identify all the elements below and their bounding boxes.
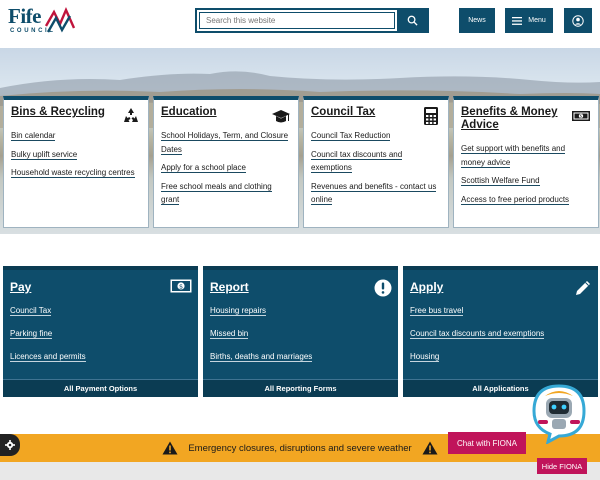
card-bins-recycling: Bins & Recycling Bin calendar Bulky upli…	[3, 96, 149, 228]
warning-icon	[162, 441, 178, 455]
panel-link[interactable]: Council Tax	[10, 306, 86, 316]
svg-text:$: $	[179, 282, 183, 290]
card-education: Education School Holidays, Term, and Clo…	[153, 96, 299, 228]
card-title[interactable]: Education	[161, 106, 269, 119]
card-link[interactable]: Access to free period products	[461, 193, 591, 207]
card-link[interactable]: Get support with benefits and money advi…	[461, 142, 591, 169]
cookie-settings-button[interactable]	[0, 434, 20, 456]
warning-icon	[422, 441, 438, 455]
card-link[interactable]: Scottish Welfare Fund	[461, 174, 591, 188]
card-benefits-money-advice: Benefits & Money Advice $ Get support wi…	[453, 96, 599, 228]
card-link[interactable]: Council Tax Reduction	[311, 129, 441, 143]
card-link[interactable]: Council tax discounts and exemptions	[311, 148, 441, 175]
all-payment-options-link[interactable]: All Payment Options	[3, 379, 198, 397]
logo-wordmark: Fife	[8, 4, 41, 28]
menu-label: Menu	[528, 17, 546, 24]
news-button[interactable]: News	[459, 8, 495, 33]
card-title[interactable]: Bins & Recycling	[11, 106, 119, 119]
card-title[interactable]: Council Tax	[311, 106, 419, 119]
panel-link[interactable]: Licences and permits	[10, 352, 86, 362]
card-link[interactable]: Bin calendar	[11, 129, 141, 143]
card-link[interactable]: Apply for a school place	[161, 161, 291, 175]
hide-fiona-button[interactable]: Hide FIONA	[537, 458, 587, 474]
menu-button[interactable]: Menu	[505, 8, 553, 33]
calculator-icon	[424, 107, 438, 125]
panel-title[interactable]: Apply	[410, 280, 443, 294]
card-link[interactable]: School Holidays, Term, and Closure Dates	[161, 129, 291, 156]
svg-text:$: $	[580, 114, 583, 119]
panel-pay: Pay $ Council Tax Parking fine Licences …	[3, 266, 198, 397]
card-link[interactable]: Bulky uplift service	[11, 148, 141, 162]
alert-text: Emergency closures, disruptions and seve…	[188, 442, 412, 454]
panel-link[interactable]: Births, deaths and marriages	[210, 352, 313, 362]
card-council-tax: Council Tax Council Tax Reduction Counci…	[303, 96, 449, 228]
page-footer-strip	[0, 462, 600, 480]
account-button[interactable]	[564, 8, 592, 33]
user-icon	[572, 14, 584, 27]
search-bar: Search this website	[195, 8, 429, 33]
panel-report: Report Housing repairs Missed bin Births…	[203, 266, 398, 397]
search-button[interactable]	[397, 10, 427, 31]
all-reporting-forms-link[interactable]: All Reporting Forms	[203, 379, 398, 397]
fife-council-logo[interactable]: Fife COUNCIL	[8, 4, 76, 38]
graduation-cap-icon	[272, 110, 290, 123]
search-input[interactable]: Search this website	[199, 12, 395, 29]
logo-subtitle: COUNCIL	[10, 28, 56, 34]
panel-title[interactable]: Report	[210, 280, 249, 294]
card-title[interactable]: Benefits & Money Advice	[461, 106, 569, 132]
news-label: News	[468, 17, 486, 24]
card-link[interactable]: Household waste recycling centres	[11, 166, 141, 180]
panel-link[interactable]: Missed bin	[210, 329, 312, 339]
exclamation-icon	[374, 279, 392, 297]
panel-link[interactable]: Free bus travel	[410, 306, 544, 316]
hamburger-icon	[512, 16, 523, 25]
panel-link[interactable]: Housing	[410, 352, 544, 362]
gear-icon	[5, 440, 15, 450]
panel-link[interactable]: Housing repairs	[210, 306, 312, 316]
panel-apply: Apply Free bus travel Council tax discou…	[403, 266, 598, 397]
pencil-icon	[576, 281, 590, 295]
panel-title[interactable]: Pay	[10, 280, 31, 294]
recycle-icon	[124, 108, 138, 122]
card-link[interactable]: Free school meals and clothing grant	[161, 180, 291, 207]
money-icon: $	[170, 279, 192, 293]
panel-link[interactable]: Parking fine	[10, 329, 86, 339]
card-link[interactable]: Revenues and benefits - contact us onlin…	[311, 180, 441, 207]
panel-link[interactable]: Council tax discounts and exemptions	[410, 329, 545, 339]
search-icon	[407, 15, 418, 26]
chat-with-fiona-button[interactable]: Chat with FIONA	[448, 432, 526, 454]
site-header: Fife COUNCIL Search this website News Me…	[0, 0, 600, 48]
fiona-chatbot-avatar[interactable]	[530, 384, 588, 444]
money-icon: $	[572, 111, 590, 121]
